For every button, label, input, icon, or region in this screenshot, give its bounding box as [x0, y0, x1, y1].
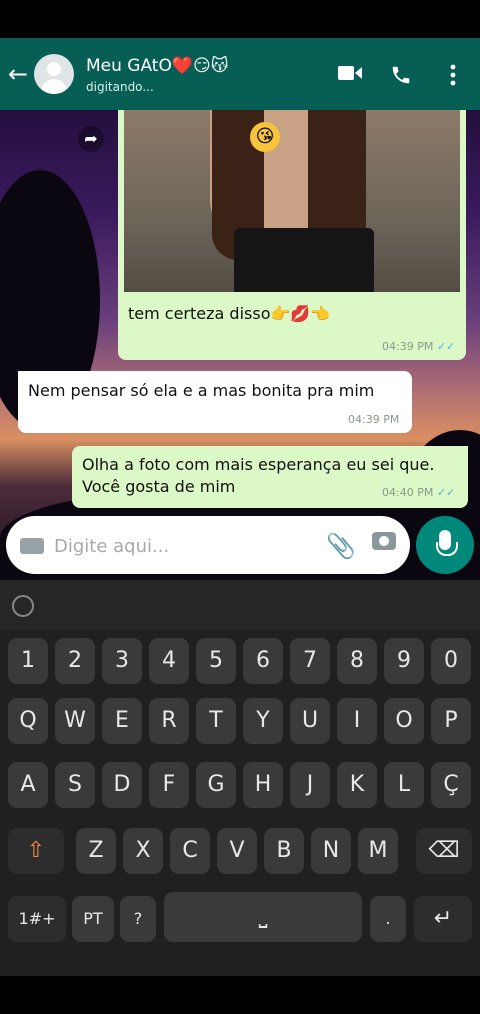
key-n[interactable]: N — [311, 828, 351, 874]
key-v[interactable]: V — [217, 828, 257, 874]
key-1[interactable]: 1 — [8, 638, 48, 684]
contact-name[interactable]: Meu GAtO❤️😏😽 — [86, 56, 228, 76]
key-h[interactable]: H — [243, 762, 283, 808]
chat-header: ← Meu GAtO❤️😏😽 digitando... — [0, 38, 480, 110]
incoming-message[interactable]: Nem pensar só ela e a mas bonita pra mim… — [18, 371, 412, 433]
forward-icon[interactable]: ➦ — [78, 126, 104, 152]
key-t[interactable]: T — [196, 698, 236, 744]
key-c-cedilla[interactable]: Ç — [431, 762, 471, 808]
key-f[interactable]: F — [149, 762, 189, 808]
outgoing-message[interactable]: Olha a foto com mais esperança eu sei qu… — [72, 446, 468, 508]
key-r[interactable]: R — [149, 698, 189, 744]
keyboard-settings-icon[interactable] — [12, 595, 34, 617]
message-time: 04:39 PM — [348, 413, 400, 426]
phone-call-icon[interactable] — [390, 64, 412, 90]
key-y[interactable]: Y — [243, 698, 283, 744]
key-c[interactable]: C — [170, 828, 210, 874]
key-8[interactable]: 8 — [337, 638, 377, 684]
attach-icon[interactable]: 📎 — [326, 532, 356, 560]
key-3[interactable]: 3 — [102, 638, 142, 684]
soft-keyboard: 1 2 3 4 5 6 7 8 9 0 Q W E R T Y U I O P … — [0, 580, 480, 976]
symbols-key[interactable]: 1#+ — [8, 896, 66, 942]
navigation-bar — [0, 976, 480, 1014]
typing-status: digitando... — [86, 80, 154, 94]
key-o[interactable]: O — [384, 698, 424, 744]
key-x[interactable]: X — [123, 828, 163, 874]
key-9[interactable]: 9 — [384, 638, 424, 684]
backspace-key[interactable]: ⌫ — [416, 828, 472, 874]
key-4[interactable]: 4 — [149, 638, 189, 684]
key-q[interactable]: Q — [8, 698, 48, 744]
avatar[interactable] — [34, 54, 74, 94]
period-key[interactable]: . — [370, 896, 406, 942]
shared-photo[interactable]: 😘 — [124, 110, 460, 292]
key-k[interactable]: K — [337, 762, 377, 808]
key-6[interactable]: 6 — [243, 638, 283, 684]
key-2[interactable]: 2 — [55, 638, 95, 684]
message-time: 04:39 PM ✓✓ — [382, 340, 456, 353]
space-key[interactable]: ⎵ — [164, 892, 362, 942]
key-g[interactable]: G — [196, 762, 236, 808]
more-vert-icon[interactable] — [450, 64, 456, 90]
key-u[interactable]: U — [290, 698, 330, 744]
key-l[interactable]: L — [384, 762, 424, 808]
key-0[interactable]: 0 — [431, 638, 471, 684]
message-text: Nem pensar só ela e a mas bonita pra mim — [28, 381, 375, 400]
key-i[interactable]: I — [337, 698, 377, 744]
key-s[interactable]: S — [55, 762, 95, 808]
outgoing-image-message[interactable]: 😘 tem certeza disso👉💋👈 04:39 PM ✓✓ — [118, 110, 466, 360]
shift-key[interactable]: ⇧ — [8, 828, 64, 874]
key-5[interactable]: 5 — [196, 638, 236, 684]
read-ticks-icon: ✓✓ — [436, 340, 456, 353]
key-m[interactable]: M — [358, 828, 398, 874]
key-j[interactable]: J — [290, 762, 330, 808]
read-ticks-icon: ✓✓ — [436, 486, 456, 499]
language-key[interactable]: PT — [72, 896, 114, 942]
image-caption: tem certeza disso👉💋👈 — [128, 304, 331, 323]
key-7[interactable]: 7 — [290, 638, 330, 684]
status-bar — [0, 0, 480, 38]
keyboard-icon[interactable] — [20, 538, 44, 554]
video-call-icon[interactable] — [338, 64, 362, 86]
keyboard-toolbar — [0, 580, 480, 630]
key-e[interactable]: E — [102, 698, 142, 744]
message-time: 04:40 PM ✓✓ — [382, 486, 456, 499]
message-input[interactable] — [52, 530, 296, 562]
key-b[interactable]: B — [264, 828, 304, 874]
key-d[interactable]: D — [102, 762, 142, 808]
back-arrow-icon[interactable]: ← — [8, 62, 28, 86]
message-line: Olha a foto com mais esperança eu sei qu… — [82, 455, 435, 474]
camera-icon[interactable] — [372, 532, 396, 550]
key-a[interactable]: A — [8, 762, 48, 808]
kiss-emoji-icon: 😘 — [250, 122, 280, 152]
key-w[interactable]: W — [55, 698, 95, 744]
message-composer: 📎 — [6, 516, 410, 574]
chat-area[interactable]: ➦ 😘 tem certeza disso👉💋👈 04:39 PM ✓✓ Nem… — [0, 110, 480, 580]
mic-button[interactable] — [416, 516, 474, 574]
enter-key[interactable]: ↵ — [414, 896, 472, 942]
key-p[interactable]: P — [431, 698, 471, 744]
key-z[interactable]: Z — [76, 828, 116, 874]
question-key[interactable]: ? — [120, 896, 156, 942]
